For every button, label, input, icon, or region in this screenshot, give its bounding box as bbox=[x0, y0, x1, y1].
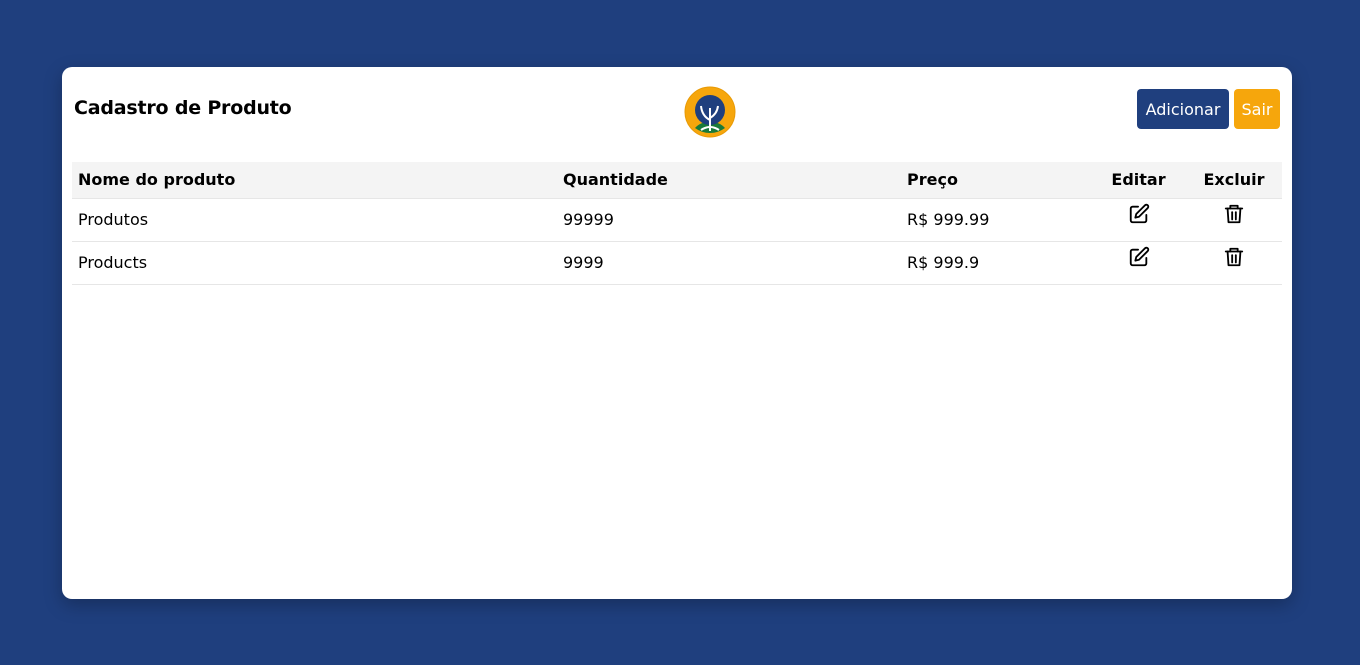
product-quantity-cell: 9999 bbox=[557, 241, 901, 285]
table-row: Produtos 99999 R$ 999.99 bbox=[72, 198, 1282, 242]
table-header-row: Nome do produto Quantidade Preço Editar … bbox=[72, 162, 1282, 199]
delete-cell bbox=[1186, 198, 1282, 242]
edit-cell bbox=[1091, 241, 1186, 285]
column-header-price: Preço bbox=[901, 162, 1091, 199]
column-header-delete: Excluir bbox=[1186, 162, 1282, 199]
trash-icon[interactable] bbox=[1223, 246, 1245, 268]
column-header-name: Nome do produto bbox=[72, 162, 557, 199]
tree-circle-logo-icon bbox=[684, 86, 736, 138]
delete-cell bbox=[1186, 241, 1282, 285]
add-button[interactable]: Adicionar bbox=[1137, 89, 1229, 129]
products-table: Nome do produto Quantidade Preço Editar … bbox=[72, 162, 1282, 285]
edit-cell bbox=[1091, 198, 1186, 242]
product-name-cell: Products bbox=[72, 241, 557, 285]
product-name-cell: Produtos bbox=[72, 198, 557, 242]
page-title: Cadastro de Produto bbox=[74, 97, 292, 119]
exit-button[interactable]: Sair bbox=[1234, 89, 1280, 129]
column-header-edit: Editar bbox=[1091, 162, 1186, 199]
product-quantity-cell: 99999 bbox=[557, 198, 901, 242]
edit-pencil-icon[interactable] bbox=[1128, 246, 1150, 268]
product-price-cell: R$ 999.99 bbox=[901, 198, 1091, 242]
column-header-quantity: Quantidade bbox=[557, 162, 901, 199]
edit-pencil-icon[interactable] bbox=[1128, 203, 1150, 225]
product-card: Cadastro de Produto Adicionar Sair Nome … bbox=[62, 67, 1292, 599]
product-price-cell: R$ 999.9 bbox=[901, 241, 1091, 285]
table-row: Products 9999 R$ 999.9 bbox=[72, 241, 1282, 285]
trash-icon[interactable] bbox=[1223, 203, 1245, 225]
